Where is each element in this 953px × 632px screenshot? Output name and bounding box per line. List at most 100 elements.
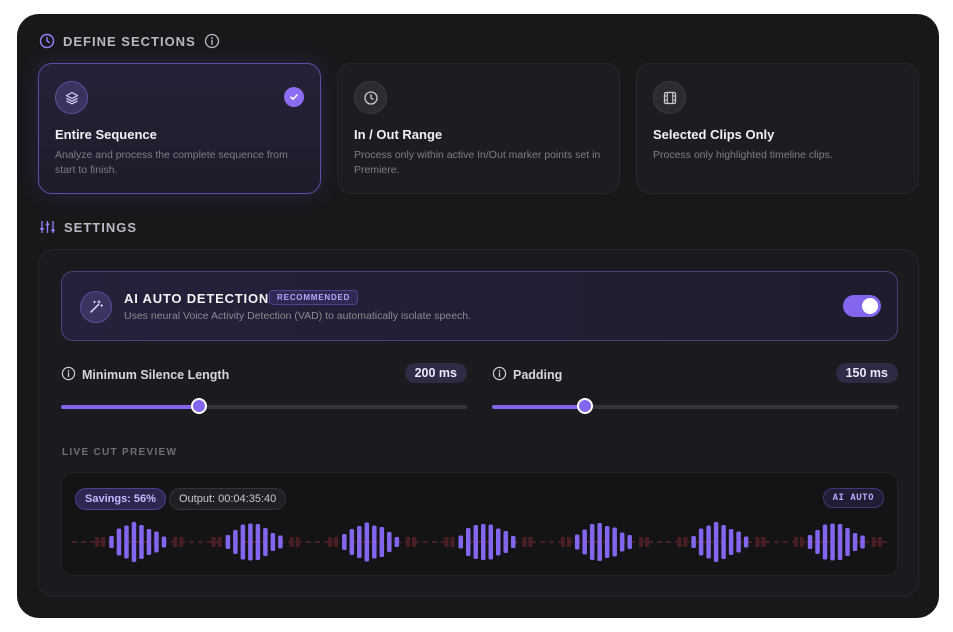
magic-wand-icon xyxy=(80,291,112,323)
sliders-icon xyxy=(39,219,56,235)
speech-bar xyxy=(466,528,471,556)
ai-detection-description: Uses neural Voice Activity Detection (VA… xyxy=(124,310,472,322)
check-icon xyxy=(284,87,304,107)
clock-icon xyxy=(354,81,387,114)
speech-bar xyxy=(830,523,835,561)
section-options: Entire Sequence Analyze and process the … xyxy=(38,63,919,194)
option-description: Process only within active In/Out marker… xyxy=(354,149,601,176)
speech-bar xyxy=(349,529,355,555)
min-silence-label: Minimum Silence Length xyxy=(61,366,229,384)
cut-bar xyxy=(101,537,106,547)
speech-bar xyxy=(743,536,749,548)
info-icon[interactable] xyxy=(61,366,76,384)
speech-bar xyxy=(473,525,478,559)
speech-bar xyxy=(582,529,587,555)
speech-bar xyxy=(278,535,283,549)
option-description: Process only highlighted timeline clips. xyxy=(653,149,833,161)
cut-bar xyxy=(211,537,216,547)
option-description: Analyze and process the complete sequenc… xyxy=(55,149,288,176)
speech-bar xyxy=(240,524,246,560)
speech-bar xyxy=(139,525,144,559)
cut-bar xyxy=(793,537,798,547)
padding-label: Padding xyxy=(492,366,562,384)
live-preview-title: LIVE CUT PREVIEW xyxy=(62,447,178,458)
ai-detection-toggle[interactable] xyxy=(843,295,881,317)
min-silence-value: 200 ms xyxy=(404,363,467,383)
speech-bar xyxy=(488,524,493,560)
layers-icon xyxy=(55,81,88,114)
cut-bar xyxy=(761,537,766,547)
speech-bar xyxy=(574,534,580,550)
speech-bar xyxy=(860,535,865,549)
speech-bar xyxy=(481,524,486,560)
option-card-in-out-range[interactable]: In / Out Range Process only within activ… xyxy=(337,63,620,194)
padding-label-text: Padding xyxy=(513,368,563,382)
speech-bar xyxy=(154,531,159,553)
cut-bar xyxy=(406,537,411,547)
info-icon[interactable] xyxy=(492,366,507,384)
cut-bar xyxy=(450,537,455,547)
cut-bar xyxy=(560,537,565,547)
min-silence-track[interactable] xyxy=(61,398,467,414)
cut-bar xyxy=(566,537,571,547)
min-silence-fill xyxy=(61,405,200,409)
speech-bar xyxy=(263,528,268,556)
define-sections-title: DEFINE SECTIONS xyxy=(63,33,196,49)
option-title: In / Out Range xyxy=(354,127,443,142)
cut-bar xyxy=(412,537,417,547)
padding-track[interactable] xyxy=(492,398,898,414)
settings-container: AI AUTO DETECTION RECOMMENDED Uses neura… xyxy=(38,249,919,597)
cut-bar xyxy=(522,537,527,547)
option-title: Selected Clips Only xyxy=(653,127,775,142)
speech-bar xyxy=(706,525,711,559)
speech-bar xyxy=(503,531,508,553)
info-icon[interactable] xyxy=(204,33,220,49)
cut-bar xyxy=(638,537,643,547)
settings-title: SETTINGS xyxy=(64,219,138,235)
speech-bar xyxy=(387,532,392,552)
cut-bar xyxy=(871,537,876,547)
padding-fill xyxy=(492,405,586,409)
speech-bar xyxy=(146,529,152,555)
cut-bar xyxy=(173,537,178,547)
speech-bar xyxy=(736,531,741,553)
speech-bar xyxy=(496,528,501,556)
speech-bar xyxy=(612,527,617,557)
speech-bar xyxy=(379,527,385,557)
cut-bar xyxy=(755,537,760,547)
cut-bar xyxy=(877,537,882,547)
speech-bar xyxy=(589,524,595,560)
padding-thumb[interactable] xyxy=(577,398,594,414)
cut-bar xyxy=(444,537,449,547)
option-card-selected-clips[interactable]: Selected Clips Only Process only highlig… xyxy=(636,63,919,194)
ai-detection-row: AI AUTO DETECTION RECOMMENDED Uses neura… xyxy=(61,271,898,341)
speech-bar xyxy=(116,528,122,556)
speech-bar xyxy=(161,536,167,548)
option-card-entire-sequence[interactable]: Entire Sequence Analyze and process the … xyxy=(38,63,321,194)
speech-bar xyxy=(837,524,843,560)
speech-bar xyxy=(604,526,610,558)
cut-bar xyxy=(295,537,300,547)
cut-bar xyxy=(677,537,682,547)
speech-bar xyxy=(852,533,858,551)
speech-bar xyxy=(822,524,828,560)
speech-bar xyxy=(721,525,726,559)
speech-bar xyxy=(109,536,114,548)
live-cut-preview: Savings: 56% Output: 00:04:35:40 AI AUTO xyxy=(61,472,898,576)
recommended-badge: RECOMMENDED xyxy=(269,290,359,305)
waveform xyxy=(72,522,887,562)
min-silence-thumb[interactable] xyxy=(191,398,208,414)
cut-bar xyxy=(179,537,184,547)
cut-bar xyxy=(644,537,649,547)
option-title: Entire Sequence xyxy=(55,127,157,142)
speech-bar xyxy=(815,530,820,554)
speech-bar xyxy=(627,535,632,549)
speech-bar xyxy=(619,532,625,552)
define-sections-header: DEFINE SECTIONS xyxy=(39,33,220,49)
min-silence-label-text: Minimum Silence Length xyxy=(82,368,230,382)
speech-bar xyxy=(458,535,463,549)
speech-bar xyxy=(691,536,696,548)
speech-bar xyxy=(597,523,602,561)
cut-bar xyxy=(289,537,294,547)
toggle-knob xyxy=(862,298,878,314)
